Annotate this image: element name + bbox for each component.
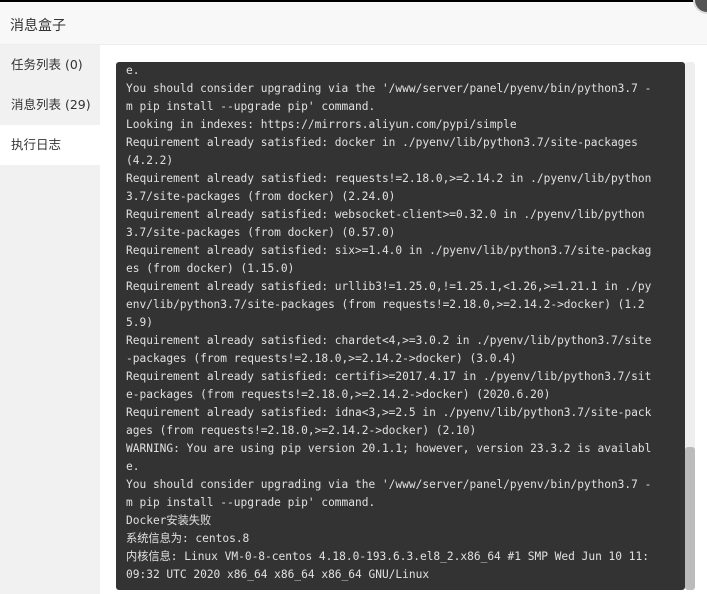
log-line: 3.7/site-packages (from docker) (0.57.0)	[126, 226, 396, 239]
log-line: es (from docker) (1.15.0)	[126, 262, 295, 275]
log-line: You should consider upgrading via the '/…	[126, 478, 652, 491]
sidebar-item-task-list[interactable]: 任务列表 (0)	[0, 45, 100, 85]
log-line: e.	[126, 460, 140, 473]
log-line: Docker安装失败	[126, 514, 212, 527]
main-panel: e. You should consider upgrading via the …	[100, 45, 707, 594]
log-line: m pip install --upgrade pip' command.	[126, 100, 376, 113]
sidebar-item-message-list[interactable]: 消息列表 (29)	[0, 85, 100, 125]
log-line: Requirement already satisfied: websocket…	[126, 208, 645, 221]
log-line: 09:32 UTC 2020 x86_64 x86_64 x86_64 GNU/…	[126, 568, 430, 581]
log-line: 3.7/site-packages (from docker) (2.24.0)	[126, 190, 396, 203]
log-line: Requirement already satisfied: idna<3,>=…	[126, 406, 652, 419]
log-scrollbar[interactable]	[685, 62, 695, 590]
log-line: 内核信息: Linux VM-0-8-centos 4.18.0-193.6.3…	[126, 550, 649, 563]
log-line: Requirement already satisfied: docker in…	[126, 136, 638, 149]
dialog-title: 消息盒子	[10, 18, 66, 34]
sidebar: 任务列表 (0) 消息列表 (29) 执行日志	[0, 45, 100, 594]
log-content: e. You should consider upgrading via the …	[126, 62, 676, 584]
log-line: WARNING: You are using pip version 20.1.…	[126, 442, 652, 455]
log-line: You should consider upgrading via the '/…	[126, 82, 652, 95]
log-line: Requirement already satisfied: requests!…	[126, 172, 652, 185]
log-line: Requirement already satisfied: urllib3!=…	[126, 280, 652, 293]
log-scrollbar-thumb[interactable]	[685, 447, 695, 590]
log-line: 5.9)	[126, 316, 153, 329]
log-output[interactable]: e. You should consider upgrading via the …	[116, 62, 685, 590]
log-line: Requirement already satisfied: certifi>=…	[126, 370, 652, 383]
sidebar-item-execution-log[interactable]: 执行日志	[0, 125, 100, 165]
log-line: (4.2.2)	[126, 154, 174, 167]
log-line: -packages (from requests!=2.18.0,>=2.14.…	[126, 352, 517, 365]
dialog-titlebar: 消息盒子	[0, 2, 707, 45]
log-line: m pip install --upgrade pip' command.	[126, 496, 376, 509]
log-line: Requirement already satisfied: six>=1.4.…	[126, 244, 652, 257]
log-line: env/lib/python3.7/site-packages (from re…	[126, 298, 645, 311]
log-line: Looking in indexes: https://mirrors.aliy…	[126, 118, 517, 131]
log-line: e.	[126, 64, 140, 77]
log-line: e-packages (from requests!=2.18.0,>=2.14…	[126, 388, 551, 401]
log-line: 系统信息为: centos.8	[126, 532, 250, 545]
log-line: ages (from requests!=2.18.0,>=2.14.2->do…	[126, 424, 477, 437]
log-line: Requirement already satisfied: chardet<4…	[126, 334, 652, 347]
